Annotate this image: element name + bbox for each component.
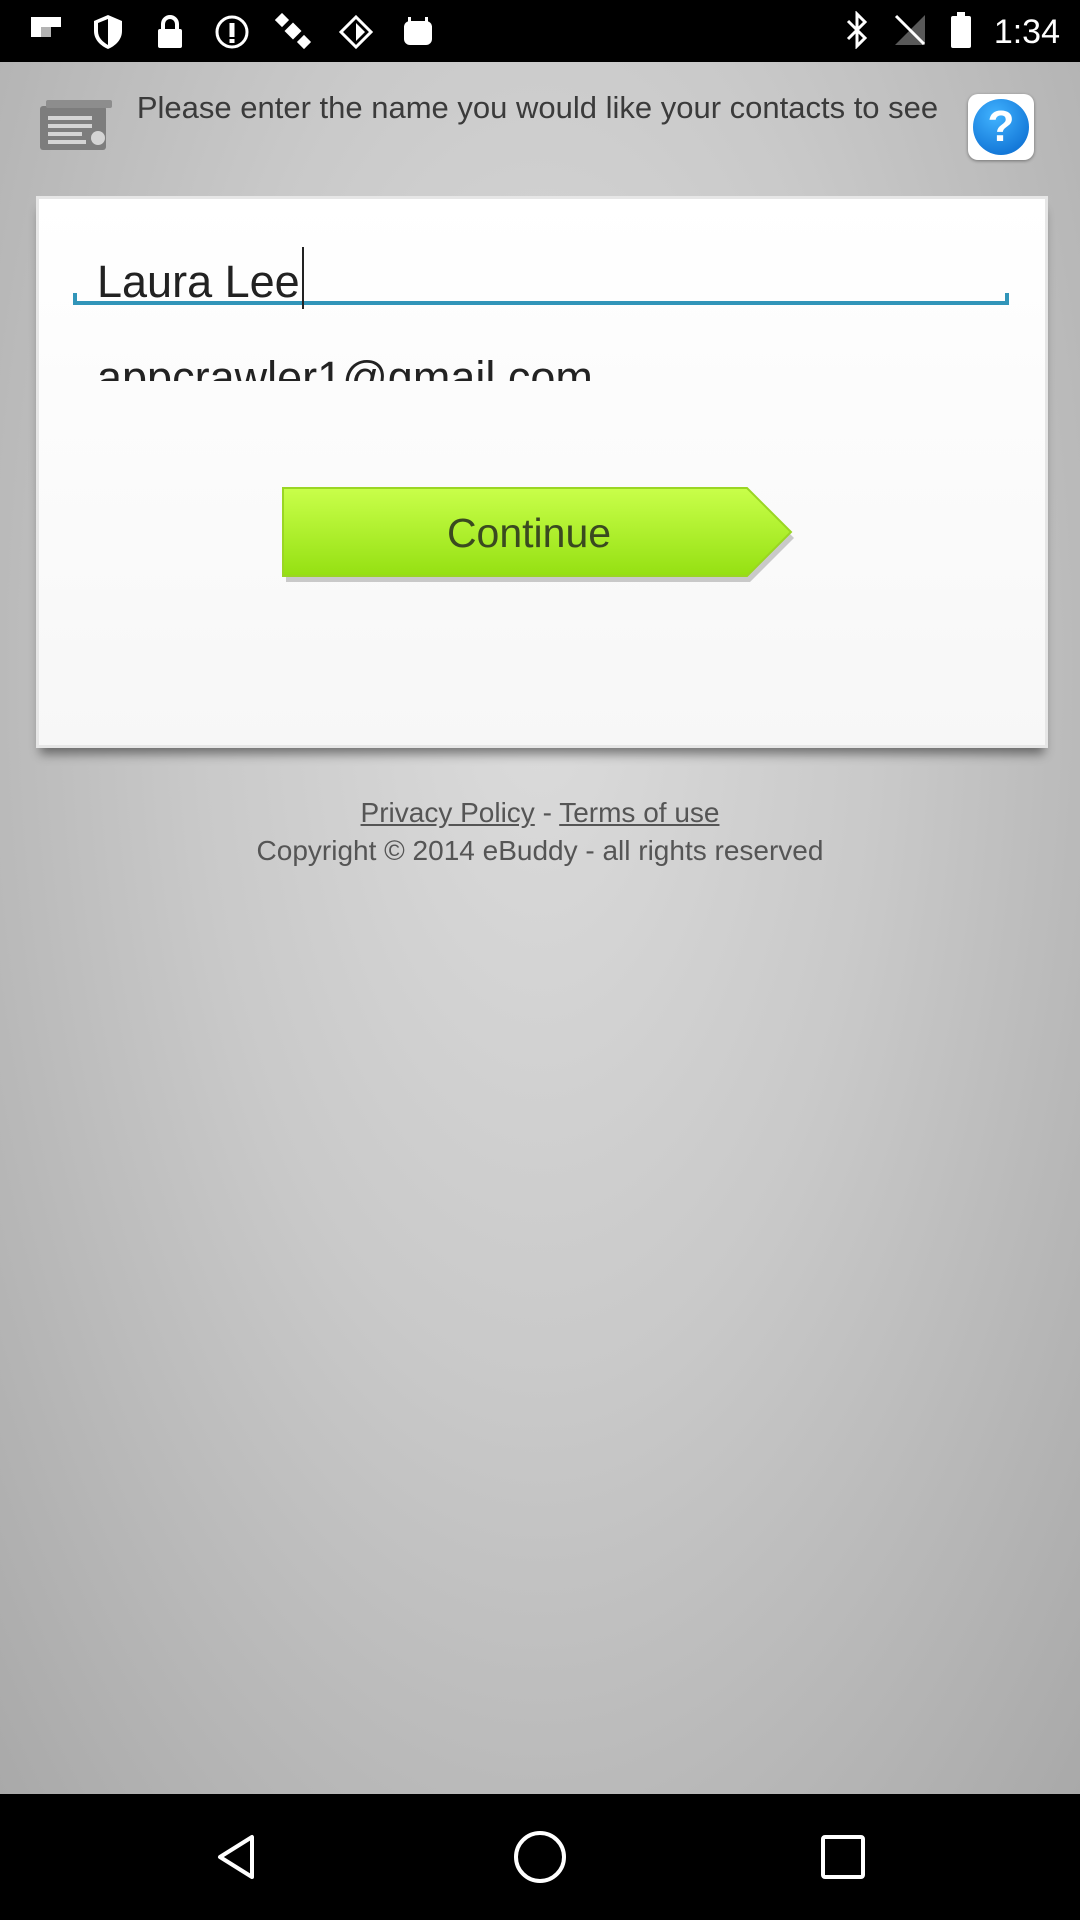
signal-off-icon (892, 12, 928, 53)
clock: 1:34 (993, 12, 1060, 51)
satellite-icon (274, 12, 314, 52)
continue-button[interactable]: Continue (279, 484, 799, 586)
profile-card: Laura Lee appcrawler1@gmail.com Continue (36, 196, 1048, 748)
recents-icon[interactable] (808, 1822, 878, 1892)
help-button[interactable]: ? (968, 94, 1034, 160)
field-underline-right (1005, 293, 1009, 305)
shield-icon (88, 12, 128, 52)
system-icons: 1:34 (844, 9, 1060, 54)
email-value: appcrawler1@gmail.com (97, 359, 593, 381)
header: Please enter the name you would like you… (0, 62, 1080, 192)
page-title: Please enter the name you would like you… (136, 90, 939, 125)
privacy-policy-link[interactable]: Privacy Policy (361, 797, 535, 828)
battery-icon (950, 11, 972, 54)
navigation-bar (0, 1794, 1080, 1920)
display-name-text: Laura Lee (97, 256, 300, 307)
text-cursor (301, 247, 304, 309)
contact-card-icon (38, 98, 114, 154)
copyright-text: Copyright © 2014 eBuddy - all rights res… (256, 835, 824, 866)
footer-separator: - (542, 797, 552, 828)
lock-icon (150, 12, 190, 52)
continue-label: Continue (446, 509, 612, 556)
home-icon[interactable] (505, 1822, 575, 1892)
display-name-value: Laura Lee (97, 247, 304, 309)
bluetooth-icon (844, 9, 870, 54)
terms-of-use-link[interactable]: Terms of use (559, 797, 719, 828)
android-icon (398, 12, 438, 52)
app-area: Please enter the name you would like you… (0, 62, 1080, 1794)
info-icon (212, 12, 252, 52)
footer-links: Privacy Policy - Terms of use (0, 794, 1080, 832)
diamond-icon (336, 12, 376, 52)
status-bar: 1:34 (0, 0, 1080, 62)
back-icon[interactable] (203, 1822, 273, 1892)
notification-icons (26, 12, 438, 52)
email-field[interactable]: appcrawler1@gmail.com (73, 359, 1009, 381)
flipboard-icon (26, 12, 66, 52)
question-mark-icon: ? (973, 99, 1029, 155)
field-underline-left (73, 293, 77, 305)
footer: Privacy Policy - Terms of use Copyright … (0, 794, 1080, 870)
display-name-field[interactable]: Laura Lee (73, 239, 1009, 309)
